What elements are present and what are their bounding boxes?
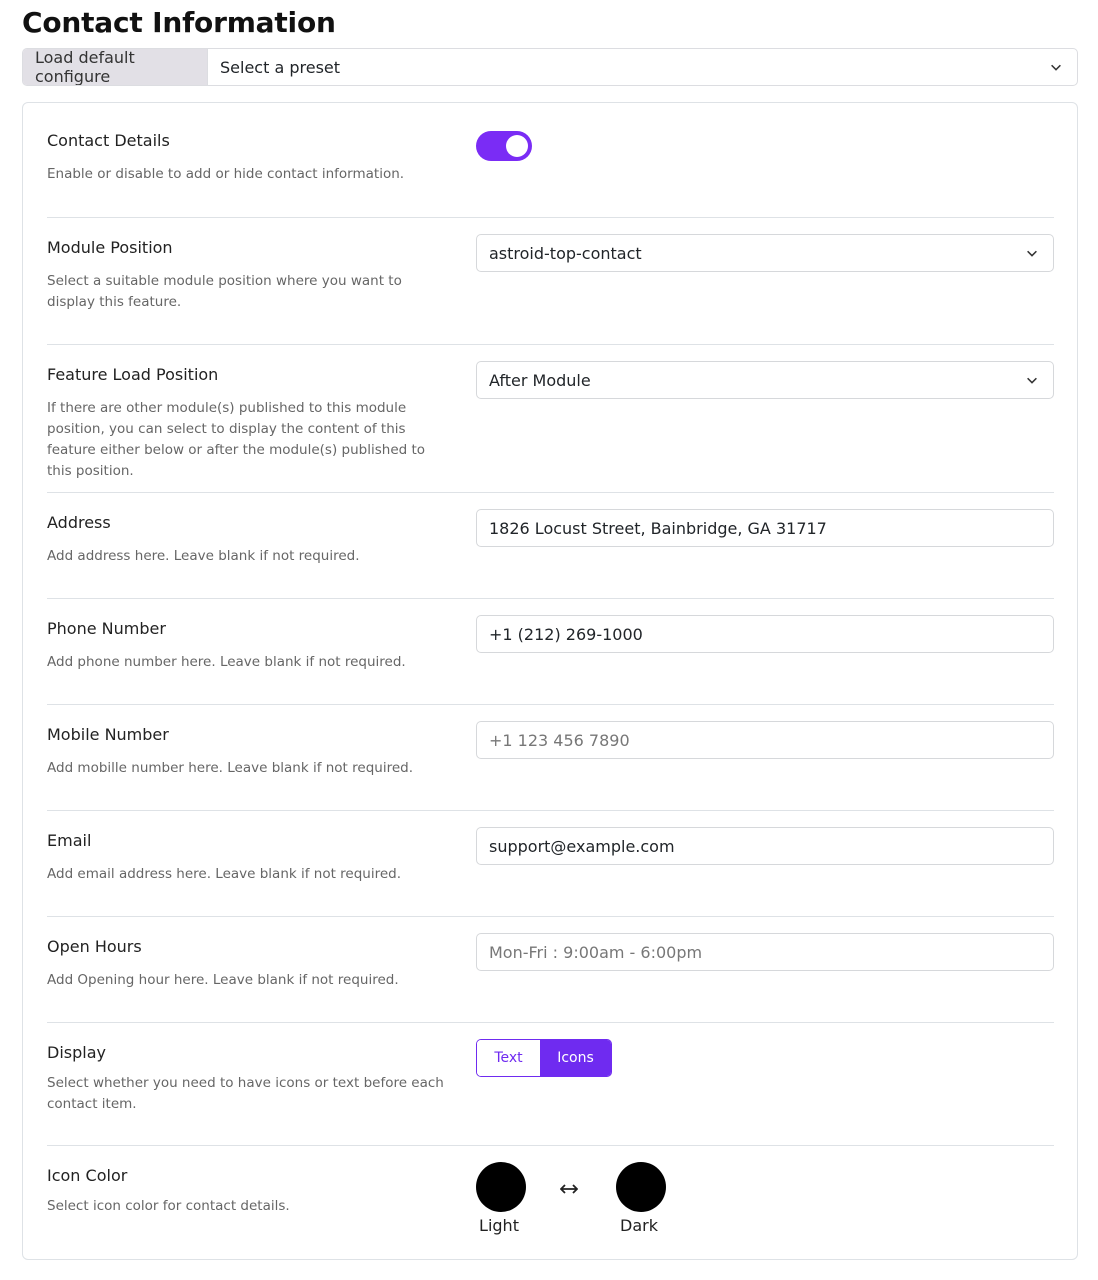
settings-card: Contact Details Enable or disable to add… [22,102,1078,1260]
load-default-configure-label: Load default configure [23,49,208,85]
address-value: 1826 Locust Street, Bainbridge, GA 31717 [489,518,827,538]
phone-number-input[interactable]: +1 (212) 269-1000 [476,615,1054,653]
swap-arrows-icon [560,1184,578,1194]
chevron-down-icon [1027,250,1037,257]
row-feature-load-position: Feature Load Position If there are other… [47,344,1054,492]
display-label: Display [47,1043,106,1062]
display-option-icons[interactable]: Icons [540,1040,611,1076]
page-title: Contact Information [22,6,336,39]
display-desc: Select whether you need to have icons or… [47,1075,444,1112]
display-option-text[interactable]: Text [477,1040,540,1076]
row-module-position: Module Position Select a suitable module… [47,217,1054,344]
contact-details-toggle[interactable] [476,131,532,161]
email-label: Email [47,831,92,850]
feature-load-position-label: Feature Load Position [47,365,219,384]
phone-number-value: +1 (212) 269-1000 [489,624,643,644]
module-position-select[interactable]: astroid-top-contact [476,234,1054,272]
open-hours-placeholder: Mon-Fri : 9:00am - 6:00pm [489,942,703,962]
toggle-knob [506,135,528,157]
chevron-down-icon [1051,64,1061,71]
mobile-number-input[interactable]: +1 123 456 7890 [476,721,1054,759]
row-open-hours: Open Hours Add Opening hour here. Leave … [47,916,1054,1022]
dark-color-label: Dark [620,1216,658,1235]
preset-bar: Load default configure Select a preset [22,48,1078,86]
module-position-label: Module Position [47,238,173,257]
feature-load-position-value: After Module [489,370,591,390]
row-mobile-number: Mobile Number Add mobille number here. L… [47,704,1054,810]
mobile-number-label: Mobile Number [47,725,169,744]
preset-select-text: Select a preset [220,57,341,77]
module-position-desc: Select a suitable module position where … [47,273,402,310]
display-segmented-control: Text Icons [476,1039,612,1077]
preset-select[interactable]: Select a preset [208,49,1077,85]
dark-color-swatch[interactable] [616,1162,666,1212]
mobile-number-placeholder: +1 123 456 7890 [489,730,630,750]
row-icon-color: Icon Color Select icon color for contact… [47,1145,1054,1259]
row-address: Address Add address here. Leave blank if… [47,492,1054,598]
open-hours-label: Open Hours [47,937,142,956]
row-contact-details: Contact Details Enable or disable to add… [47,103,1054,217]
row-phone-number: Phone Number Add phone number here. Leav… [47,598,1054,704]
email-desc: Add email address here. Leave blank if n… [47,866,402,882]
mobile-number-desc: Add mobille number here. Leave blank if … [47,760,413,776]
row-display: Display Select whether you need to have … [47,1022,1054,1145]
contact-details-desc: Enable or disable to add or hide contact… [47,166,405,182]
open-hours-input[interactable]: Mon-Fri : 9:00am - 6:00pm [476,933,1054,971]
feature-load-position-desc: If there are other module(s) published t… [47,400,426,479]
address-label: Address [47,513,111,532]
phone-number-label: Phone Number [47,619,166,638]
email-input[interactable]: support@example.com [476,827,1054,865]
email-value: support@example.com [489,836,675,856]
contact-details-label: Contact Details [47,131,170,150]
module-position-value: astroid-top-contact [489,243,642,263]
address-input[interactable]: 1826 Locust Street, Bainbridge, GA 31717 [476,509,1054,547]
icon-color-desc: Select icon color for contact details. [47,1198,290,1214]
address-desc: Add address here. Leave blank if not req… [47,548,360,564]
phone-number-desc: Add phone number here. Leave blank if no… [47,654,406,670]
open-hours-desc: Add Opening hour here. Leave blank if no… [47,972,399,988]
row-email: Email Add email address here. Leave blan… [47,810,1054,916]
light-color-swatch[interactable] [476,1162,526,1212]
feature-load-position-select[interactable]: After Module [476,361,1054,399]
light-color-label: Light [479,1216,519,1235]
chevron-down-icon [1027,377,1037,384]
icon-color-label: Icon Color [47,1166,128,1185]
